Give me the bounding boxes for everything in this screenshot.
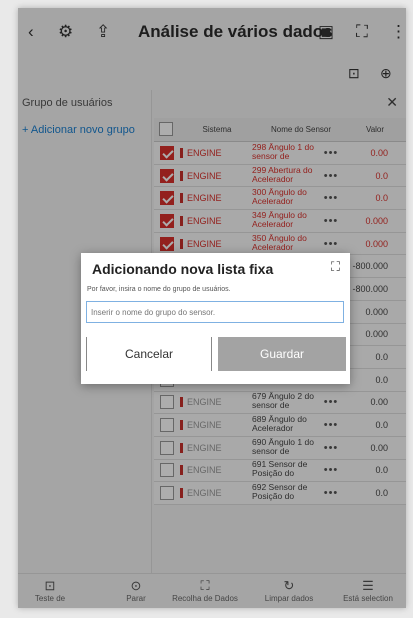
add-list-dialog: Adicionando nova lista fixa ⛶ Por favor,… xyxy=(81,253,350,384)
cancel-button[interactable]: Cancelar xyxy=(86,337,212,371)
group-name-input[interactable] xyxy=(86,301,344,323)
fullscreen-icon[interactable]: ⛶ xyxy=(331,259,340,275)
dialog-message: Por favor, insira o nome do grupo de usu… xyxy=(87,286,231,293)
dialog-title: Adicionando nova lista fixa xyxy=(92,261,274,277)
save-button[interactable]: Guardar xyxy=(218,337,346,371)
